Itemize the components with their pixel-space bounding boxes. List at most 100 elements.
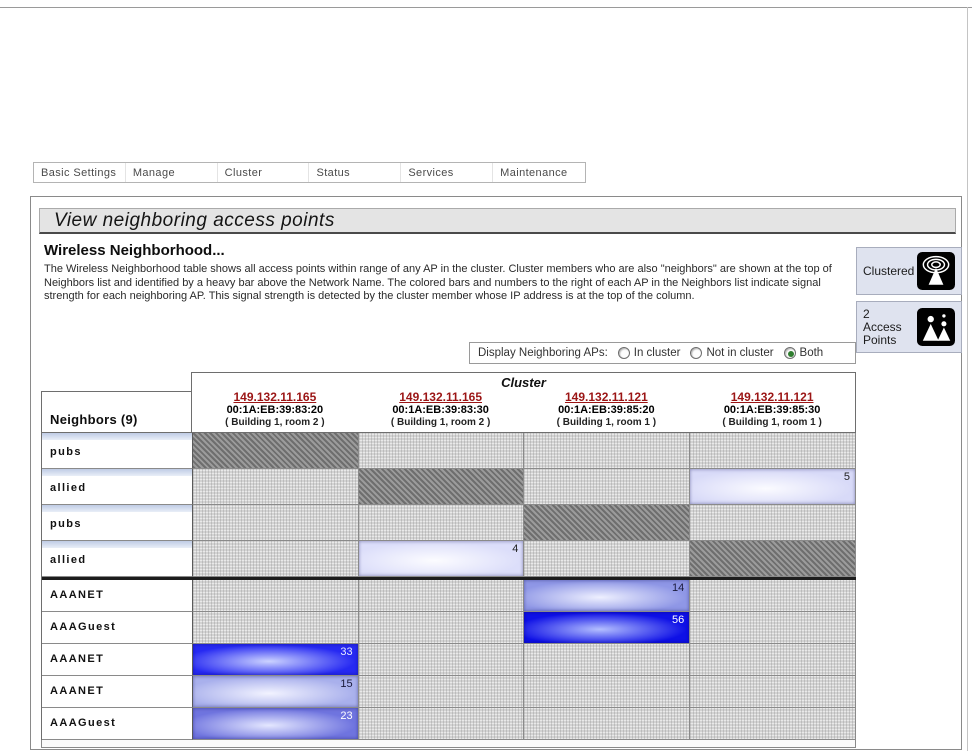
clustered-badge: Clustered xyxy=(856,247,962,295)
table-row: pubs xyxy=(42,505,856,541)
ap-location: ( Building 1, room 1 ) xyxy=(722,417,822,428)
top-nav-bar: Basic Settings Manage Cluster Status Service… xyxy=(33,162,586,183)
ap-mac-address: 00:1A:EB:39:85:20 xyxy=(558,404,655,416)
table-footer xyxy=(41,740,856,748)
cluster-member-bar xyxy=(42,541,192,548)
nav-item[interactable]: Basic Settings xyxy=(34,163,126,182)
table-row: pubs xyxy=(42,433,856,469)
signal-strength-cell: 15 xyxy=(192,676,359,708)
neighbor-name-cell: AAANET xyxy=(42,676,193,708)
radio-icon[interactable] xyxy=(690,347,703,359)
antenna-icon xyxy=(917,252,955,290)
ap-ip-link[interactable]: 149.132.11.165 xyxy=(399,390,482,404)
signal-strength-cell: 4 xyxy=(358,541,525,577)
empty-cell xyxy=(524,469,691,505)
table-row: AAANET 15 xyxy=(42,676,856,708)
neighbor-name-cell: AAANET xyxy=(42,580,193,612)
empty-cell xyxy=(358,433,525,469)
empty-cell xyxy=(690,612,856,644)
nav-item[interactable]: Status xyxy=(309,163,402,182)
signal-value: 15 xyxy=(340,678,353,690)
display-filter: Display Neighboring APs: In cluster Not … xyxy=(469,342,856,364)
empty-cell xyxy=(192,469,359,505)
empty-cell xyxy=(690,433,856,469)
empty-cell xyxy=(524,676,691,708)
empty-cell xyxy=(192,612,359,644)
ap-column-header: 149.132.11.165 00:1A:EB:39:83:30 ( Build… xyxy=(358,391,524,429)
filter-option[interactable]: Not in cluster xyxy=(690,347,774,359)
ap-location: ( Building 1, room 2 ) xyxy=(390,417,491,428)
radio-icon[interactable] xyxy=(783,347,796,359)
signal-strength-cell: 56 xyxy=(524,612,691,644)
table-row: allied 4 xyxy=(42,541,856,577)
neighbor-name: pubs xyxy=(50,518,82,530)
filter-option[interactable]: Both xyxy=(783,347,824,359)
signal-strength-cell: 23 xyxy=(192,708,359,740)
neighbor-name: AAANET xyxy=(50,685,105,697)
content-frame: View neighboring access points Wireless … xyxy=(30,196,962,750)
neighbor-name-cell: pubs xyxy=(42,505,193,541)
column-headers: 149.132.11.165 00:1A:EB:39:83:20 ( Build… xyxy=(192,391,855,429)
empty-cell xyxy=(524,541,691,577)
nav-item[interactable]: Maintenance xyxy=(493,163,585,182)
signal-value: 56 xyxy=(671,614,685,626)
description-text: The Wireless Neighborhood table shows al… xyxy=(44,263,832,302)
nav-item[interactable]: Services xyxy=(401,163,494,182)
self-ap-cell xyxy=(192,433,359,469)
neighbor-name: AAAGuest xyxy=(50,621,117,633)
signal-strength-cell: 5 xyxy=(690,469,856,505)
cluster-member-bar xyxy=(42,505,192,512)
filter-option-label: Not in cluster xyxy=(706,347,774,359)
ap-mac-address: 00:1A:EB:39:83:20 xyxy=(226,404,324,416)
signal-value: 4 xyxy=(512,543,519,555)
filter-option-label: In cluster xyxy=(633,347,681,359)
access-points-count: 2 xyxy=(863,306,870,321)
signal-strength-cell: 33 xyxy=(192,644,359,676)
page-top-rule xyxy=(0,7,972,8)
neighbor-name: AAAGuest xyxy=(50,717,117,729)
ap-ip-link[interactable]: 149.132.11.121 xyxy=(565,390,648,404)
ap-ip-link[interactable]: 149.132.11.121 xyxy=(731,390,814,404)
page-title: View neighboring access points xyxy=(39,208,956,234)
access-points-badge: 2 Access Points xyxy=(856,301,962,353)
table-row: allied 5 xyxy=(42,469,856,505)
nav-item[interactable]: Manage xyxy=(126,163,218,182)
neighbor-name: allied xyxy=(50,482,87,494)
neighbor-name-cell: AAAGuest xyxy=(42,612,193,644)
empty-cell xyxy=(524,644,691,676)
filter-option-label: Both xyxy=(799,347,824,359)
neighbor-name-cell: allied xyxy=(42,469,193,505)
empty-cell xyxy=(690,644,856,676)
ap-mac-address: 00:1A:EB:39:85:30 xyxy=(723,404,821,416)
empty-cell xyxy=(192,580,359,612)
neighbor-name: pubs xyxy=(50,446,82,458)
neighbor-name-cell: pubs xyxy=(42,433,193,469)
page-right-rule xyxy=(967,7,968,751)
empty-cell xyxy=(690,580,856,612)
nav-item[interactable]: Cluster xyxy=(218,163,310,182)
neighbors-grid: pubs allied 5 pubs allied 4 AAANET 14 AAAGuest 56… xyxy=(41,433,856,740)
signal-value: 33 xyxy=(340,646,353,658)
access-points-icon xyxy=(917,308,955,346)
neighbor-name: AAANET xyxy=(50,653,105,665)
empty-cell xyxy=(524,708,691,740)
empty-cell xyxy=(358,505,525,541)
neighbor-name: allied xyxy=(50,554,87,566)
empty-cell xyxy=(690,708,856,740)
neighbor-name-cell: AAANET xyxy=(42,644,193,676)
ap-column-header: 149.132.11.165 00:1A:EB:39:83:20 ( Build… xyxy=(192,391,358,429)
signal-value: 23 xyxy=(340,710,353,722)
neighbor-name: AAANET xyxy=(50,589,105,601)
cluster-header-box: Cluster 149.132.11.165 00:1A:EB:39:83:20… xyxy=(191,372,856,433)
signal-strength-cell: 14 xyxy=(524,580,691,612)
neighbors-header: Neighbors (9) xyxy=(41,391,192,433)
ap-column-header: 149.132.11.121 00:1A:EB:39:85:20 ( Build… xyxy=(524,391,690,429)
radio-selected-dot xyxy=(787,351,794,357)
filter-option[interactable]: In cluster xyxy=(617,347,681,359)
ap-ip-link[interactable]: 149.132.11.165 xyxy=(233,390,316,404)
table-row: AAANET 33 xyxy=(42,644,856,676)
neighbor-name-cell: AAAGuest xyxy=(42,708,193,740)
empty-cell xyxy=(358,708,525,740)
neighbor-name-cell: allied xyxy=(42,541,193,577)
radio-icon[interactable] xyxy=(617,347,630,359)
